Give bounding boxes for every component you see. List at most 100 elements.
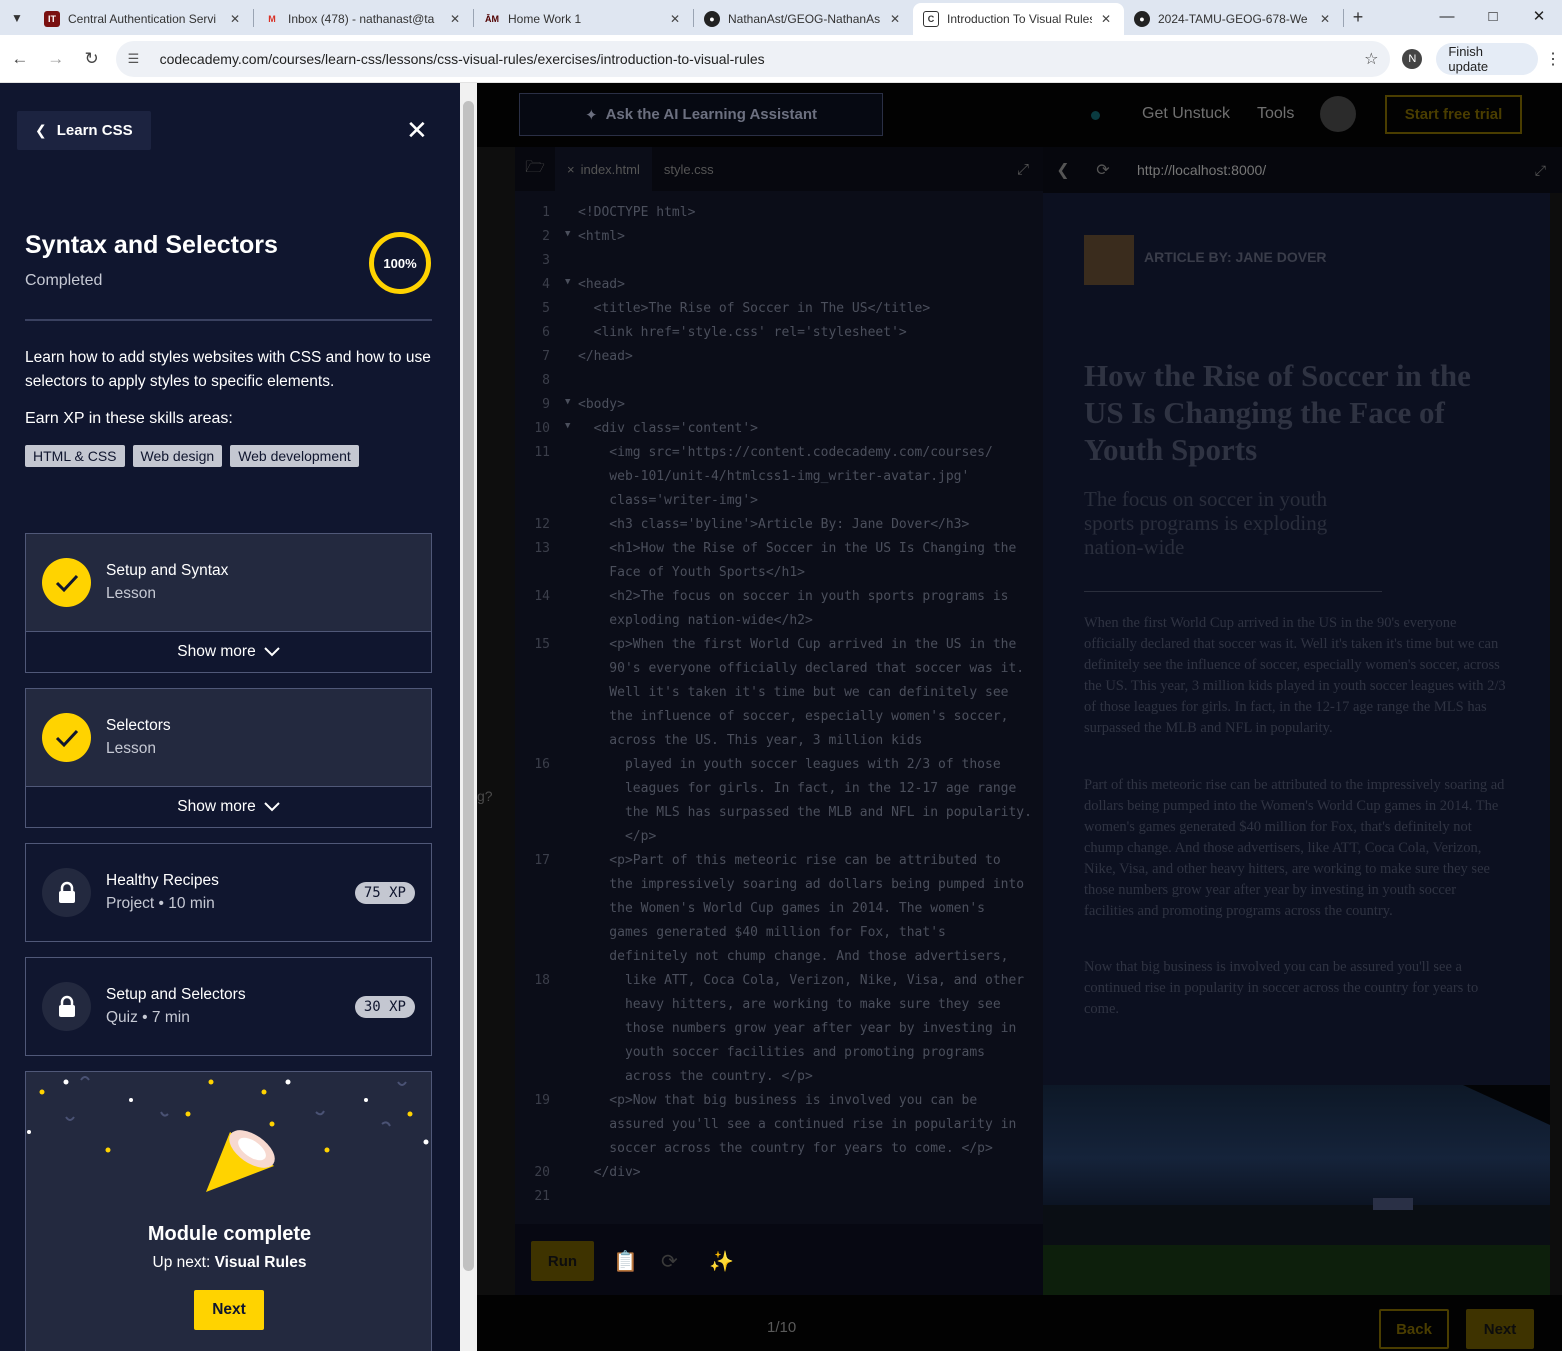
sidebar-scrollbar[interactable]: [460, 83, 477, 1351]
expand-icon[interactable]: ⤢: [1535, 162, 1546, 179]
close-tab-icon[interactable]: ✕: [227, 12, 243, 26]
ai-assistant-button[interactable]: ✦ Ask the AI Learning Assistant: [519, 93, 883, 136]
project-card-header[interactable]: Healthy Recipes Project • 10 min 75 XP: [26, 844, 431, 941]
site-info-icon[interactable]: ☰: [128, 51, 146, 67]
browser-tab[interactable]: M Inbox (478) - nathanast@ta ✕: [254, 3, 473, 35]
project-card[interactable]: Healthy Recipes Project • 10 min 75 XP: [25, 843, 432, 942]
code-text[interactable]: <!DOCTYPE html>: [578, 205, 695, 220]
clipboard-icon[interactable]: 📋: [613, 1249, 638, 1274]
magic-wand-icon[interactable]: ✨: [709, 1249, 734, 1274]
folder-icon[interactable]: 🗁: [515, 156, 555, 183]
close-file-icon[interactable]: ×: [567, 162, 575, 177]
code-text[interactable]: 90's everyone officially declared that s…: [578, 661, 1024, 676]
code-text[interactable]: <h3 class='byline'>Article By: Jane Dove…: [578, 517, 969, 532]
browser-tab-active[interactable]: C Introduction To Visual Rules ✕: [913, 3, 1124, 35]
forward-arrow-icon[interactable]: →: [38, 41, 74, 77]
code-text[interactable]: definitely not chump change. And those a…: [578, 949, 1008, 964]
code-text[interactable]: games generated $40 million for Fox, tha…: [578, 925, 946, 940]
browser-tab[interactable]: ● NathanAst/GEOG-NathanAs ✕: [694, 3, 913, 35]
code-text[interactable]: <title>The Rise of Soccer in The US</tit…: [578, 301, 931, 316]
code-text[interactable]: those numbers grow year after year by in…: [578, 1021, 1016, 1036]
browser-tab[interactable]: ● 2024-TAMU-GEOG-678-We ✕: [1124, 3, 1343, 35]
start-trial-button[interactable]: Start free trial: [1385, 95, 1522, 134]
code-text[interactable]: <body>: [578, 397, 625, 412]
run-button[interactable]: Run: [531, 1241, 594, 1281]
code-text[interactable]: the Women's World Cup games in 2014. The…: [578, 901, 985, 916]
code-text[interactable]: <div class='content'>: [578, 421, 758, 436]
close-tab-icon[interactable]: ✕: [447, 12, 463, 26]
tools-link[interactable]: Tools: [1257, 105, 1294, 123]
code-text[interactable]: Well it's taken it's time but we can def…: [578, 685, 1008, 700]
address-bar[interactable]: ☰ codecademy.com/courses/learn-css/lesso…: [115, 40, 1391, 77]
code-text[interactable]: heavy hitters, are working to make sure …: [578, 997, 1001, 1012]
code-text[interactable]: <head>: [578, 277, 625, 292]
code-text[interactable]: </head>: [578, 349, 633, 364]
code-text[interactable]: <p>Part of this meteoric rise can be att…: [578, 853, 1000, 868]
scrollbar-thumb[interactable]: [463, 101, 474, 1271]
finish-update-button[interactable]: Finish update: [1436, 42, 1539, 75]
code-text[interactable]: <img src='https://content.codecademy.com…: [578, 445, 993, 460]
code-text[interactable]: <p>Now that big business is involved you…: [578, 1093, 977, 1108]
code-text[interactable]: web-101/unit-4/htmlcss1-img_writer-avata…: [578, 469, 969, 484]
code-text[interactable]: the impressively soaring ad dollars bein…: [578, 877, 1024, 892]
lesson-card-header[interactable]: Selectors Lesson: [26, 689, 431, 786]
fold-arrow-icon[interactable]: ▼: [565, 421, 570, 431]
code-text[interactable]: soccer across the country for years to c…: [578, 1141, 993, 1156]
next-module-button[interactable]: Next: [194, 1290, 264, 1330]
minimize-icon[interactable]: —: [1424, 0, 1470, 32]
code-text[interactable]: <p>When the first World Cup arrived in t…: [578, 637, 1016, 652]
url-text[interactable]: codecademy.com/courses/learn-css/lessons…: [160, 51, 1365, 67]
fold-arrow-icon[interactable]: ▼: [565, 229, 570, 239]
show-more-button[interactable]: Show more: [26, 786, 431, 827]
expand-icon[interactable]: ⤢: [1017, 161, 1029, 178]
code-text[interactable]: <h1>How the Rise of Soccer in the US Is …: [578, 541, 1016, 556]
code-text[interactable]: youth soccer facilities and promoting pr…: [578, 1045, 985, 1060]
code-text[interactable]: leagues for girls. In fact, in the 12-17…: [578, 781, 1016, 796]
profile-avatar[interactable]: N: [1402, 48, 1423, 69]
close-tab-icon[interactable]: ✕: [1317, 12, 1333, 26]
fold-arrow-icon[interactable]: ▼: [565, 397, 570, 407]
preview-url[interactable]: http://localhost:8000/: [1137, 162, 1266, 178]
browser-tab[interactable]: ĀM Home Work 1 ✕: [474, 3, 693, 35]
tab-search-icon[interactable]: ▼: [0, 0, 34, 35]
show-more-button[interactable]: Show more: [26, 631, 431, 672]
close-tab-icon[interactable]: ✕: [1098, 12, 1114, 26]
code-text[interactable]: assured you'll see a continued rise in p…: [578, 1117, 1016, 1132]
code-text[interactable]: class='writer-img'>: [578, 493, 758, 508]
close-window-icon[interactable]: ✕: [1516, 0, 1562, 32]
code-text[interactable]: across the US. This year, 3 million kids: [578, 733, 922, 748]
back-button[interactable]: Back: [1379, 1309, 1449, 1349]
back-arrow-icon[interactable]: ←: [2, 41, 38, 77]
code-text[interactable]: the MLS has surpassed the MLB and NFL in…: [578, 805, 1032, 820]
code-text[interactable]: <html>: [578, 229, 625, 244]
bookmark-star-icon[interactable]: ☆: [1364, 49, 1378, 69]
get-unstuck-link[interactable]: Get Unstuck: [1142, 105, 1230, 123]
user-avatar[interactable]: [1320, 96, 1356, 132]
fold-arrow-icon[interactable]: ▼: [565, 277, 570, 287]
close-tab-icon[interactable]: ✕: [887, 12, 903, 26]
preview-refresh-icon[interactable]: ⟳: [1083, 160, 1123, 180]
quiz-card[interactable]: Setup and Selectors Quiz • 7 min 30 XP: [25, 957, 432, 1056]
browser-tab[interactable]: IT Central Authentication Servi ✕: [34, 3, 253, 35]
code-text[interactable]: </div>: [578, 1165, 641, 1180]
close-sidebar-icon[interactable]: ✕: [406, 117, 428, 143]
code-text[interactable]: played in youth soccer leagues with 2/3 …: [578, 757, 1001, 772]
code-text[interactable]: </p>: [578, 829, 656, 844]
code-text[interactable]: <h2>The focus on soccer in youth sports …: [578, 589, 1008, 604]
lesson-card-header[interactable]: Setup and Syntax Lesson: [26, 534, 431, 631]
preview-scrollbar[interactable]: [1550, 193, 1562, 1295]
code-text[interactable]: exploding nation-wide</h2>: [578, 613, 813, 628]
code-editor[interactable]: 🗁 × index.html style.css ⤢ 1 <!DOCTYPE htm…: [515, 147, 1043, 1295]
preview-back-icon[interactable]: ❮: [1043, 160, 1083, 180]
lesson-card[interactable]: Selectors Lesson Show more: [25, 688, 432, 828]
next-button[interactable]: Next: [1466, 1309, 1534, 1349]
back-to-course-button[interactable]: ❮ Learn CSS: [17, 111, 151, 150]
code-text[interactable]: Face of Youth Sports</h1>: [578, 565, 805, 580]
browser-menu-icon[interactable]: ⋮: [1544, 49, 1562, 69]
code-text[interactable]: like ATT, Coca Cola, Verizon, Nike, Visa…: [578, 973, 1024, 988]
maximize-icon[interactable]: □: [1470, 0, 1516, 32]
tab-index-html[interactable]: × index.html: [555, 147, 652, 191]
code-text[interactable]: across the country. </p>: [578, 1069, 813, 1084]
code-text[interactable]: <link href='style.css' rel='stylesheet'>: [578, 325, 907, 340]
lesson-card[interactable]: Setup and Syntax Lesson Show more: [25, 533, 432, 673]
